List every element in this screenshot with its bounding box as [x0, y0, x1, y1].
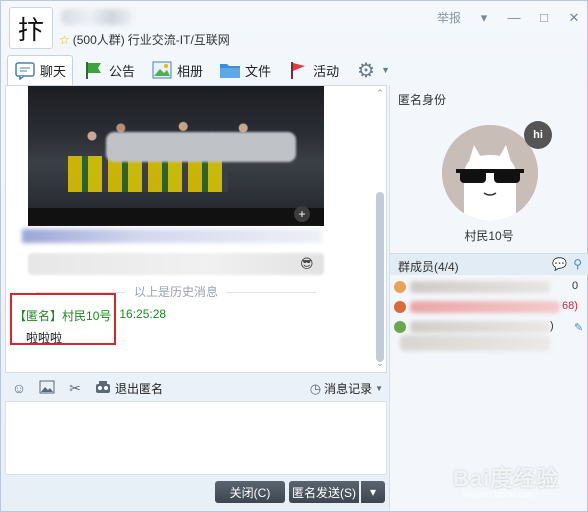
close-icon[interactable]: ✕ [567, 10, 581, 26]
qq-group-chat-window: 抃 ☆ (500人群) 行业交流-IT/互联网 举报 ▾ — □ ✕ 聊天 公告 [0, 0, 588, 512]
member-item[interactable] [394, 319, 550, 335]
scroll-down-icon[interactable]: ⌄ [374, 358, 386, 369]
tab-files[interactable]: 文件 [213, 56, 277, 84]
search-icon[interactable]: ⚲ [573, 257, 582, 271]
zoom-in-icon[interactable]: + [294, 206, 310, 222]
shared-photo[interactable]: + [28, 86, 324, 226]
gear-icon: ⚙ [357, 59, 376, 82]
chat-messages-area: + 😎 以上是历史消息 【匿名】 村民10号 16:25:28 啦啦啦 ⌃ ⌄ [5, 85, 387, 373]
settings-menu[interactable]: ⚙ ▼ [349, 56, 396, 84]
tab-chat[interactable]: 聊天 [7, 55, 74, 85]
anonymous-avatar[interactable] [442, 125, 538, 221]
emoji-icon: 😎 [300, 256, 314, 271]
members-header: 群成员(4/4) 💬 ⚲ [390, 253, 588, 275]
header: 抃 ☆ (500人群) 行业交流-IT/互联网 举报 ▾ — □ ✕ [1, 1, 588, 53]
anonymous-name: 村民10号 [464, 229, 514, 243]
tab-label: 相册 [177, 63, 204, 79]
chat-bubble-icon[interactable]: 💬 [552, 257, 567, 271]
tab-album[interactable]: 相册 [145, 56, 209, 84]
blurred-message-bubble [28, 253, 324, 275]
chevron-down-icon: ▼ [375, 384, 383, 393]
member-icon [394, 301, 406, 313]
scissors-icon[interactable]: ✂ [67, 380, 83, 397]
members-title: 群成员(4/4) [398, 260, 459, 274]
emoji-icon[interactable]: ☺ [11, 380, 27, 396]
group-name-blurred [61, 9, 133, 25]
member-icon [394, 281, 406, 293]
chat-icon [14, 61, 36, 81]
member-item[interactable] [394, 299, 560, 315]
group-info: ☆ (500人群) 行业交流-IT/互联网 [59, 31, 230, 48]
blurred-member [400, 335, 550, 351]
group-avatar[interactable]: 抃 [9, 7, 53, 49]
chevron-down-icon: ▼ [381, 65, 390, 75]
chevron-down-icon[interactable]: ▾ [477, 10, 491, 26]
anonymous-mask-icon[interactable] [95, 380, 111, 397]
minimize-icon[interactable]: — [507, 10, 521, 25]
scroll-up-icon[interactable]: ⌃ [374, 88, 386, 99]
member-icon [394, 321, 406, 333]
tab-label: 文件 [245, 63, 272, 79]
right-panel: 匿名身份 hi 村民10号 群成员(4/4) 💬 ⚲ 0 68)) ✎ [389, 85, 588, 511]
group-category[interactable]: 行业交流-IT/互联网 [128, 31, 230, 48]
maximize-icon[interactable]: □ [537, 10, 551, 25]
hi-badge: hi [524, 121, 552, 149]
member-suffix: 68) [562, 300, 578, 312]
report-link[interactable]: 举报 [437, 9, 461, 26]
star-icon: ☆ [59, 32, 70, 47]
member-item[interactable] [394, 279, 550, 295]
anonymous-send-button[interactable]: 匿名发送(S) [289, 481, 359, 503]
send-options-button[interactable]: ▾ [361, 481, 385, 503]
tab-label: 公告 [109, 63, 136, 79]
anonymous-identity-title: 匿名身份 [398, 93, 447, 107]
sender-name[interactable]: 村民10号 [62, 307, 111, 324]
message-history-button[interactable]: ◷ 消息记录 ▼ [310, 380, 383, 397]
watermark-url: jingyan.baidu.com [463, 489, 536, 499]
member-count: (500人群) [72, 33, 125, 47]
folder-icon [219, 60, 241, 80]
close-button[interactable]: 关闭(C) [215, 481, 285, 503]
tab-announcement[interactable]: 公告 [77, 56, 141, 84]
clock-icon: ◷ [309, 380, 322, 396]
blurred-message [22, 229, 322, 243]
photo-album-icon [151, 60, 173, 80]
input-toolbar: ☺ ✂ 退出匿名 ◷ 消息记录 ▼ [5, 375, 387, 401]
window-controls: 举报 ▾ — □ ✕ [437, 9, 581, 26]
message-text: 啦啦啦 [26, 331, 63, 345]
flag-icon [83, 60, 105, 80]
tab-activity[interactable]: 活动 [281, 56, 345, 84]
member-suffix: ) [550, 320, 554, 332]
scrollbar[interactable]: ⌃ ⌄ [374, 86, 386, 372]
message-header: 【匿名】 村民10号 16:25:28 [14, 307, 166, 324]
message-input[interactable] [5, 401, 387, 475]
scroll-thumb[interactable] [376, 192, 384, 362]
blurred-overlay [106, 132, 296, 162]
tab-label: 聊天 [40, 64, 67, 79]
edit-icon[interactable]: ✎ [574, 321, 583, 334]
history-label: 消息记录 [324, 382, 373, 396]
member-suffix: 0 [572, 280, 579, 292]
anonymous-tag: 【匿名】 [14, 309, 63, 323]
exit-anonymous-button[interactable]: 退出匿名 [115, 380, 163, 397]
message-time: 16:25:28 [119, 307, 167, 321]
red-flag-icon [287, 60, 309, 80]
tab-label: 活动 [313, 63, 340, 79]
image-icon[interactable] [39, 380, 55, 397]
tab-bar: 聊天 公告 相册 文件 活动 ⚙ ▼ [7, 55, 400, 85]
